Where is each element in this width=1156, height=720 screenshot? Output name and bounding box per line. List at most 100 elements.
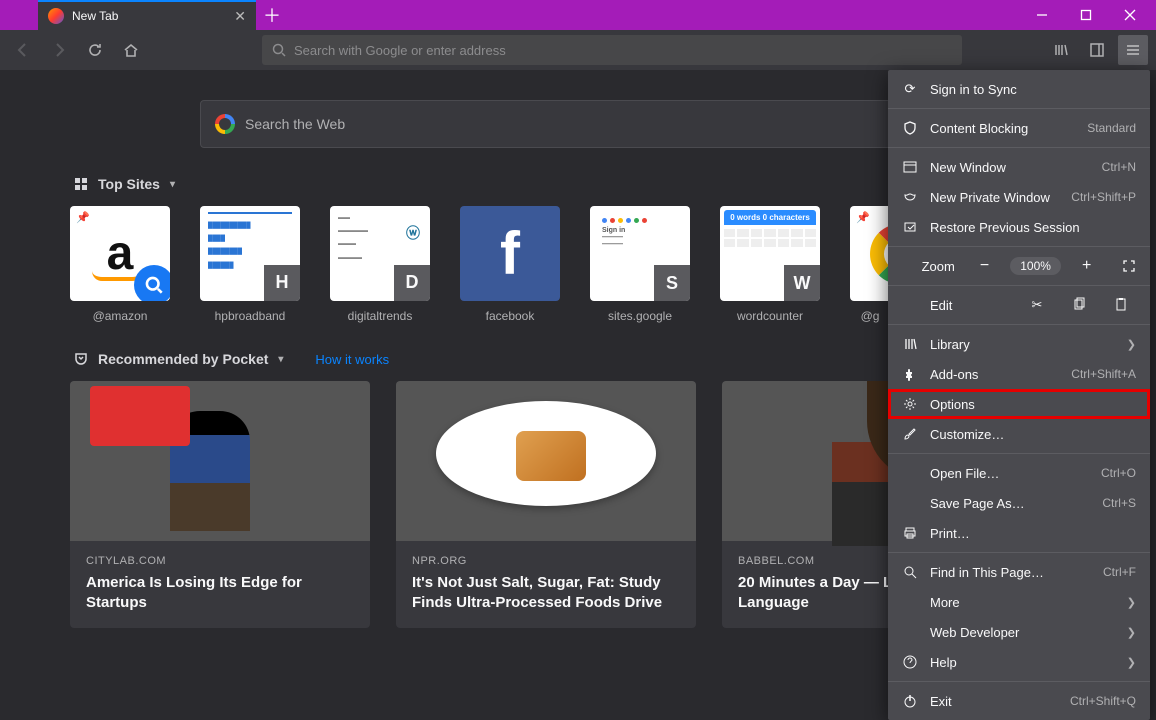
- pin-icon: 📌: [856, 211, 870, 224]
- tab-strip: New Tab ✕ ＋: [38, 0, 288, 30]
- zoom-in-button[interactable]: +: [1081, 257, 1092, 275]
- sync-icon: ⟳: [902, 81, 918, 97]
- top-site-facebook[interactable]: f facebook: [460, 206, 560, 323]
- menu-separator: [888, 108, 1150, 109]
- pocket-card[interactable]: NPR.ORG It's Not Just Salt, Sugar, Fat: …: [396, 381, 696, 628]
- tab-new-tab[interactable]: New Tab ✕: [38, 0, 256, 30]
- menu-save-page[interactable]: Save Page As…Ctrl+S: [888, 488, 1150, 518]
- search-web-bar[interactable]: Search the Web: [200, 100, 920, 148]
- top-site-amazon[interactable]: 📌a @amazon: [70, 206, 170, 323]
- pocket-card[interactable]: CITYLAB.COM America Is Losing Its Edge f…: [70, 381, 370, 628]
- menu-exit[interactable]: ExitCtrl+Shift+Q: [888, 686, 1150, 716]
- shortcut: Ctrl+Shift+P: [1071, 190, 1136, 204]
- tab-title: New Tab: [72, 9, 118, 23]
- card-source: CITYLAB.COM: [86, 555, 354, 567]
- menu-content-blocking[interactable]: Content BlockingStandard: [888, 113, 1150, 143]
- menu-web-developer[interactable]: Web Developer❯: [888, 617, 1150, 647]
- chevron-right-icon: ❯: [1127, 596, 1136, 609]
- menu-open-file[interactable]: Open File…Ctrl+O: [888, 458, 1150, 488]
- search-icon: [272, 43, 286, 57]
- menu-library[interactable]: Library❯: [888, 329, 1150, 359]
- tab-close-icon[interactable]: ✕: [234, 8, 246, 25]
- back-button[interactable]: [8, 35, 38, 65]
- cut-button[interactable]: ✂: [1022, 297, 1052, 313]
- gear-icon: [902, 396, 918, 412]
- mask-icon: [902, 189, 918, 205]
- library-button[interactable]: [1046, 35, 1076, 65]
- search-web-placeholder: Search the Web: [245, 116, 345, 132]
- menu-separator: [888, 552, 1150, 553]
- home-button[interactable]: [116, 35, 146, 65]
- top-site-google[interactable]: 📌 @g: [850, 206, 890, 323]
- shortcut: Ctrl+Shift+A: [1071, 367, 1136, 381]
- sidebars-button[interactable]: [1082, 35, 1112, 65]
- brush-icon: [902, 426, 918, 442]
- card-headline: America Is Losing Its Edge for Startups: [86, 573, 354, 614]
- fullscreen-icon[interactable]: [1122, 258, 1136, 274]
- chevron-down-icon: ▾: [278, 354, 283, 365]
- shortcut: Ctrl+O: [1101, 466, 1136, 480]
- letter-badge: S: [654, 265, 690, 301]
- menu-sign-in[interactable]: ⟳Sign in to Sync: [888, 74, 1150, 104]
- pocket-icon: [74, 352, 88, 366]
- zoom-out-button[interactable]: −: [979, 257, 990, 275]
- how-it-works-link[interactable]: How it works: [315, 352, 389, 367]
- chevron-right-icon: ❯: [1127, 656, 1136, 669]
- shortcut: Ctrl+Shift+Q: [1070, 694, 1136, 708]
- site-label: wordcounter: [720, 309, 820, 323]
- menu-separator: [888, 324, 1150, 325]
- top-site-hpbroadband[interactable]: ████████████████████████████H hpbroadban…: [200, 206, 300, 323]
- address-bar[interactable]: Search with Google or enter address: [262, 35, 962, 65]
- top-site-wordcounter[interactable]: 0 words 0 charactersW wordcounter: [720, 206, 820, 323]
- minimize-button[interactable]: [1020, 1, 1064, 29]
- card-headline: It's Not Just Salt, Sugar, Fat: Study Fi…: [412, 573, 680, 614]
- menu-options[interactable]: Options: [888, 389, 1150, 419]
- site-label: @amazon: [70, 309, 170, 323]
- shield-icon: [902, 120, 918, 136]
- letter-badge: W: [784, 265, 820, 301]
- menu-separator: [888, 147, 1150, 148]
- menu-restore-session[interactable]: Restore Previous Session: [888, 212, 1150, 242]
- google-icon: [215, 114, 235, 134]
- grid-icon: [74, 177, 88, 191]
- paste-button[interactable]: [1106, 297, 1136, 314]
- close-window-button[interactable]: [1108, 1, 1152, 29]
- search-icon: [902, 564, 918, 580]
- menu-edit-row: Edit✂: [888, 290, 1150, 320]
- pocket-label: Recommended by Pocket: [98, 351, 268, 367]
- menu-print[interactable]: Print…: [888, 518, 1150, 548]
- help-icon: [902, 654, 918, 670]
- firefox-icon: [48, 8, 64, 24]
- menu-new-window[interactable]: New WindowCtrl+N: [888, 152, 1150, 182]
- app-menu-panel: ⟳Sign in to Sync Content BlockingStandar…: [888, 70, 1150, 720]
- shortcut: Ctrl+S: [1102, 496, 1136, 510]
- window-icon: [902, 159, 918, 175]
- chevron-right-icon: ❯: [1127, 338, 1136, 351]
- top-site-digitaltrends[interactable]: ▬▬▬▬▬▬▬▬▬▬▬▬▬▬ⓦD digitaltrends: [330, 206, 430, 323]
- menu-customize[interactable]: Customize…: [888, 419, 1150, 449]
- app-menu-button[interactable]: [1118, 35, 1148, 65]
- copy-button[interactable]: [1064, 297, 1094, 314]
- menu-addons[interactable]: Add-onsCtrl+Shift+A: [888, 359, 1150, 389]
- menu-more[interactable]: More❯: [888, 587, 1150, 617]
- top-site-google-sites[interactable]: Sign in——————S sites.google: [590, 206, 690, 323]
- puzzle-icon: [902, 366, 918, 382]
- shortcut: Ctrl+N: [1102, 160, 1136, 174]
- library-icon: [902, 336, 918, 352]
- menu-new-private-window[interactable]: New Private WindowCtrl+Shift+P: [888, 182, 1150, 212]
- letter-badge: D: [394, 265, 430, 301]
- nav-toolbar: Search with Google or enter address: [0, 30, 1156, 70]
- forward-button[interactable]: [44, 35, 74, 65]
- top-sites-label: Top Sites: [98, 176, 160, 192]
- zoom-level[interactable]: 100%: [1010, 257, 1061, 275]
- site-label: facebook: [460, 309, 560, 323]
- power-icon: [902, 693, 918, 709]
- address-placeholder: Search with Google or enter address: [294, 43, 506, 58]
- menu-find[interactable]: Find in This Page…Ctrl+F: [888, 557, 1150, 587]
- new-tab-button[interactable]: ＋: [256, 0, 288, 30]
- site-label: @g: [850, 309, 890, 323]
- menu-separator: [888, 246, 1150, 247]
- maximize-button[interactable]: [1064, 1, 1108, 29]
- reload-button[interactable]: [80, 35, 110, 65]
- menu-separator: [888, 453, 1150, 454]
